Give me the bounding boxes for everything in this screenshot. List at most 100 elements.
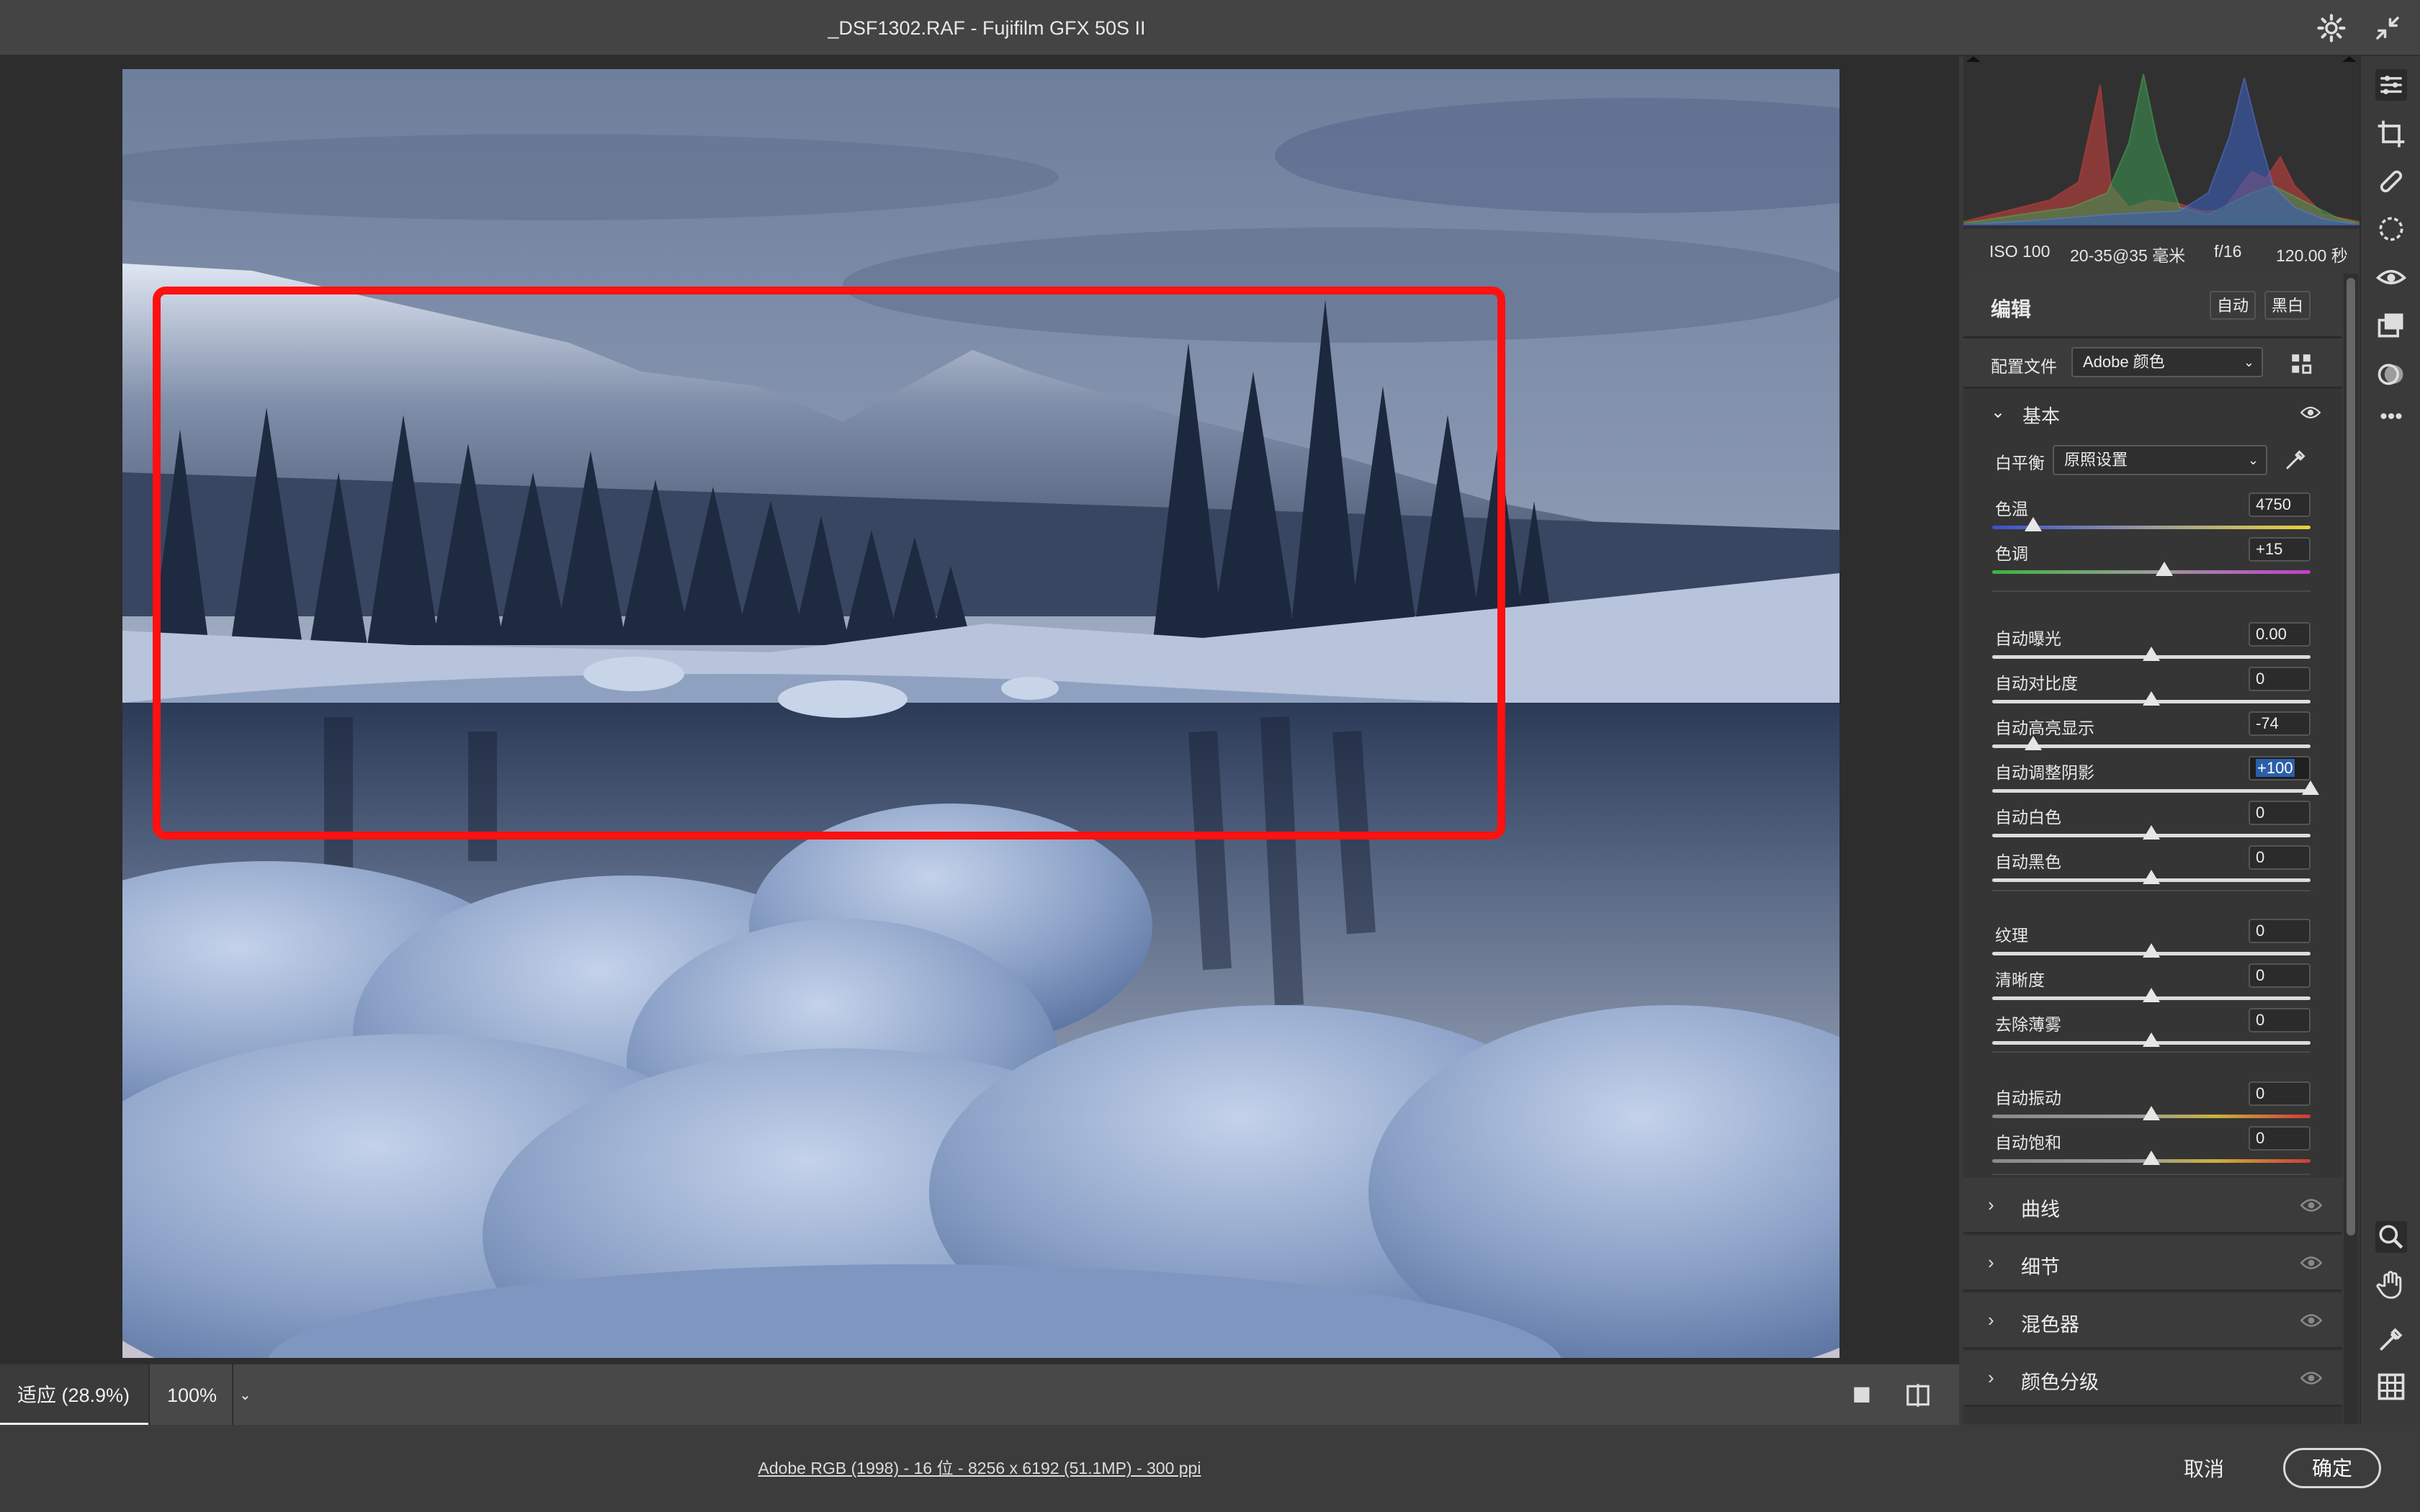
eye-icon[interactable] (2300, 1312, 2322, 1329)
chevron-right-icon: › (1988, 1309, 1994, 1331)
scrollbar-thumb[interactable] (2347, 278, 2355, 1236)
crop-icon[interactable] (2375, 118, 2407, 150)
slider-value-input[interactable]: 0 (2249, 801, 2311, 825)
gear-icon[interactable] (2316, 13, 2347, 43)
slider-thumb[interactable] (2302, 780, 2319, 795)
wb-dropdown[interactable]: 原照设置 ⌄ (2053, 445, 2267, 475)
red-eye-icon[interactable] (2375, 261, 2407, 292)
exif-shutter: 120.00 秒 (2276, 246, 2348, 265)
color-sampler-icon[interactable] (2375, 1323, 2407, 1355)
slider-label: 自动高亮显示 (1995, 719, 2094, 737)
zoom-fit-button[interactable]: 适应 (28.9%) (0, 1364, 148, 1426)
divider (1992, 1174, 2311, 1175)
bw-button[interactable]: 黑白 (2264, 291, 2311, 320)
slider-thumb[interactable] (2143, 647, 2160, 661)
slider-thumb[interactable] (2025, 736, 2043, 750)
title-bar: _DSF1302.RAF - Fujifilm GFX 50S II (0, 0, 2420, 56)
slider-thumb[interactable] (2143, 1106, 2160, 1120)
slider-value-input[interactable]: 0 (2249, 845, 2311, 870)
mask-icon[interactable] (2375, 213, 2407, 245)
slider-value-input[interactable]: 0 (2249, 667, 2311, 691)
profile-dropdown[interactable]: Adobe 颜色 ⌄ (2071, 347, 2263, 377)
chevron-right-icon: › (1988, 1194, 1994, 1215)
slider-value-input[interactable]: 0.00 (2249, 622, 2311, 647)
slider-thumb[interactable] (2143, 943, 2160, 958)
profile-browser-icon[interactable] (2289, 351, 2313, 376)
window-title: _DSF1302.RAF - Fujifilm GFX 50S II (828, 17, 1146, 39)
section-4[interactable]: › 颜色分级 (1963, 1351, 2342, 1407)
image-info-link[interactable]: Adobe RGB (1998) - 16 位 - 8256 x 6192 (5… (0, 1425, 1959, 1512)
section-3[interactable]: › 混色器 (1963, 1293, 2342, 1349)
grid-icon[interactable] (2375, 1371, 2407, 1403)
slider-value-input[interactable]: 0 (2249, 919, 2311, 943)
zoom-100-button[interactable]: 100% (148, 1364, 233, 1426)
chevron-down-icon: ⌄ (2247, 453, 2259, 467)
slider-track[interactable] (1992, 789, 2311, 793)
section-title: 混色器 (2021, 1314, 2079, 1336)
slider-thumb[interactable] (2143, 1151, 2160, 1165)
slider-value-input[interactable]: 0 (2249, 1081, 2311, 1106)
slider-value-input[interactable]: 4750 (2249, 492, 2311, 517)
zoom-icon[interactable] (2375, 1221, 2407, 1253)
edit-sliders-icon[interactable] (2375, 69, 2407, 101)
slider-value-input[interactable]: -74 (2249, 711, 2311, 736)
chevron-down-icon: ⌄ (1991, 402, 2006, 422)
wb-value: 原照设置 (2064, 451, 2128, 469)
collapse-icon[interactable] (2372, 13, 2403, 43)
chevron-right-icon: › (1988, 1367, 1994, 1388)
single-view-icon[interactable] (1851, 1383, 1876, 1408)
cancel-button[interactable]: 取消 (2154, 1451, 2254, 1488)
auto-button[interactable]: 自动 (2210, 291, 2256, 320)
wb-label: 白平衡 (1995, 454, 2045, 472)
slider-label: 去除薄雾 (1995, 1015, 2061, 1034)
slider-thumb[interactable] (2143, 825, 2160, 840)
slider-thumb[interactable] (2025, 517, 2043, 531)
compare-view-icon[interactable] (1904, 1382, 1932, 1409)
slider-thumb[interactable] (2143, 1032, 2160, 1047)
eye-icon[interactable] (2300, 1254, 2322, 1272)
slider-track[interactable] (1992, 570, 2311, 574)
slider-value-input[interactable]: +15 (2249, 537, 2311, 562)
slider-value-input[interactable]: 0 (2249, 963, 2311, 988)
slider-thumb[interactable] (2155, 562, 2173, 576)
slider-label: 自动黑色 (1995, 852, 2061, 871)
selected-value-text: +100 (2256, 759, 2295, 777)
panel-scrollbar[interactable] (2344, 274, 2358, 1424)
chevron-right-icon: › (1988, 1251, 1994, 1273)
image-canvas[interactable] (0, 56, 1959, 1363)
slider-thumb[interactable] (2143, 988, 2160, 1002)
more-icon[interactable]: ••• (2375, 406, 2407, 438)
basic-title: 基本 (2022, 405, 2061, 427)
basic-header[interactable]: ⌄ 基本 (1963, 389, 2342, 436)
healing-icon[interactable] (2375, 166, 2407, 197)
eye-icon[interactable] (2300, 405, 2321, 420)
divider (1992, 890, 2311, 891)
slider-label: 清晰度 (1995, 971, 2045, 989)
zoom-bar: 适应 (28.9%) 100% ⌄ (0, 1363, 1959, 1426)
slider-value-input[interactable]: 0 (2249, 1008, 2311, 1032)
divider (1992, 1051, 2311, 1053)
eye-icon[interactable] (2300, 1197, 2322, 1214)
slider-label: 色调 (1995, 544, 2028, 563)
edit-title: 编辑 (1991, 298, 2032, 320)
profile-value: Adobe 颜色 (2083, 353, 2165, 371)
profile-label: 配置文件 (1991, 357, 2057, 376)
section-1[interactable]: › 曲线 (1963, 1178, 2342, 1234)
slider-value-input[interactable]: +100 (2249, 756, 2311, 780)
section-title: 曲线 (2021, 1199, 2060, 1220)
slider-label: 色温 (1995, 500, 2028, 518)
slider-thumb[interactable] (2143, 870, 2160, 884)
snapshots-icon[interactable] (2375, 359, 2407, 390)
eyedropper-icon[interactable] (2283, 446, 2309, 472)
section-2[interactable]: › 细节 (1963, 1236, 2342, 1292)
zoom-dropdown-icon[interactable]: ⌄ (233, 1364, 259, 1426)
exif-iso: ISO 100 (1989, 242, 2051, 261)
slider-thumb[interactable] (2143, 691, 2160, 706)
eye-icon[interactable] (2300, 1369, 2322, 1387)
exif-aperture: f/16 (2214, 242, 2242, 261)
slider-label: 自动曝光 (1995, 629, 2061, 648)
ok-button[interactable]: 确定 (2283, 1448, 2381, 1488)
slider-value-input[interactable]: 0 (2249, 1126, 2311, 1151)
hand-icon[interactable] (2375, 1269, 2407, 1300)
presets-icon[interactable] (2375, 310, 2407, 341)
